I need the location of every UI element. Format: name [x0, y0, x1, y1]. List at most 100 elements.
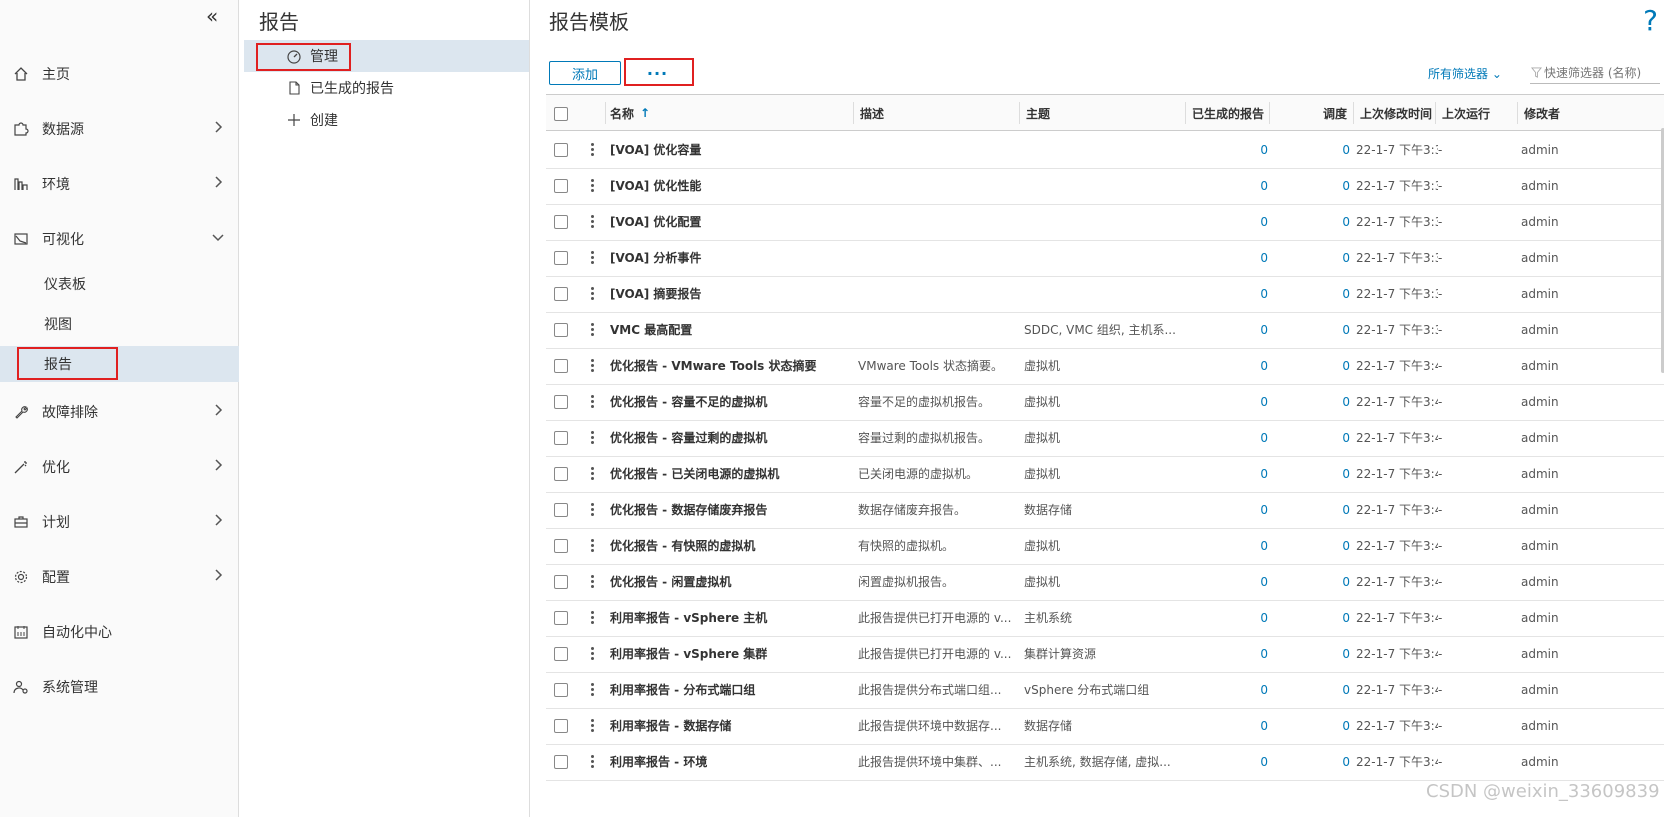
cell-generated-count[interactable]: 0: [1190, 527, 1268, 564]
nav-item-troubleshoot[interactable]: 故障排除: [0, 392, 239, 432]
quick-filter-input[interactable]: [1530, 62, 1660, 84]
cell-schedule-count[interactable]: 0: [1274, 383, 1350, 420]
cell-schedule-count[interactable]: 0: [1274, 419, 1350, 456]
cell-name[interactable]: 优化报告 - 数据存储废弃报告: [610, 491, 860, 528]
row-checkbox[interactable]: [554, 575, 568, 589]
cell-generated-count[interactable]: 0: [1190, 455, 1268, 492]
nav-item-home[interactable]: 主页: [0, 54, 239, 94]
header-last-modified[interactable]: 上次修改时间: [1354, 102, 1436, 124]
row-actions-kebab-icon[interactable]: [588, 681, 596, 699]
row-checkbox[interactable]: [554, 755, 568, 769]
row-checkbox[interactable]: [554, 359, 568, 373]
cell-generated-count[interactable]: 0: [1190, 635, 1268, 672]
cell-schedule-count[interactable]: 0: [1274, 347, 1350, 384]
table-row[interactable]: 优化报告 - 已关闭电源的虚拟机 已关闭电源的虚拟机。 虚拟机 0 0 22-1-7 下午…: [546, 455, 1664, 493]
row-actions-kebab-icon[interactable]: [588, 177, 596, 195]
nav-item-datasources[interactable]: 数据源: [0, 109, 239, 149]
row-checkbox[interactable]: [554, 215, 568, 229]
header-description[interactable]: 描述: [854, 102, 1020, 124]
header-generated-reports[interactable]: 已生成的报告: [1186, 102, 1270, 124]
collapse-nav-icon[interactable]: «: [206, 4, 218, 28]
table-row[interactable]: 优化报告 - VMware Tools 状态摘要 VMware Tools 状态摘…: [546, 347, 1664, 385]
cell-name[interactable]: [VOA] 优化性能: [610, 167, 860, 204]
mid-item-manage[interactable]: 管理: [244, 40, 529, 72]
cell-generated-count[interactable]: 0: [1190, 383, 1268, 420]
row-actions-kebab-icon[interactable]: [588, 573, 596, 591]
row-checkbox[interactable]: [554, 683, 568, 697]
mid-item-create[interactable]: 创建: [244, 104, 529, 136]
row-checkbox[interactable]: [554, 143, 568, 157]
header-schedule[interactable]: 调度: [1270, 102, 1354, 124]
row-actions-kebab-icon[interactable]: [588, 753, 596, 771]
select-all-checkbox[interactable]: [554, 107, 568, 121]
cell-name[interactable]: [VOA] 摘要报告: [610, 275, 860, 312]
row-actions-kebab-icon[interactable]: [588, 645, 596, 663]
table-row[interactable]: 利用率报告 - vSphere 集群 此报告提供已打开电源的 v... 集群计算资源…: [546, 635, 1664, 673]
row-checkbox[interactable]: [554, 251, 568, 265]
nav-sub-dashboards[interactable]: 仪表板: [0, 266, 239, 302]
row-actions-kebab-icon[interactable]: [588, 357, 596, 375]
cell-schedule-count[interactable]: 0: [1274, 239, 1350, 276]
cell-name[interactable]: 利用率报告 - 数据存储: [610, 707, 860, 744]
table-row[interactable]: VMC 最高配置 SDDC, VMC 组织, 主机系... 0 0 22-1-7 下午3…: [546, 311, 1664, 349]
table-row[interactable]: 优化报告 - 有快照的虚拟机 有快照的虚拟机。 虚拟机 0 0 22-1-7 下午3:4-…: [546, 527, 1664, 565]
cell-name[interactable]: 利用率报告 - 环境: [610, 743, 860, 780]
table-row[interactable]: [VOA] 优化容量 0 0 22-1-7 下午3:3- admin: [546, 131, 1664, 169]
row-actions-kebab-icon[interactable]: [588, 285, 596, 303]
cell-schedule-count[interactable]: 0: [1274, 743, 1350, 780]
table-row[interactable]: [VOA] 优化性能 0 0 22-1-7 下午3:3- admin: [546, 167, 1664, 205]
cell-generated-count[interactable]: 0: [1190, 671, 1268, 708]
cell-schedule-count[interactable]: 0: [1274, 599, 1350, 636]
row-actions-kebab-icon[interactable]: [588, 429, 596, 447]
table-row[interactable]: 利用率报告 - 分布式端口组 此报告提供分布式端口组... vSphere 分布式端…: [546, 671, 1664, 709]
row-checkbox[interactable]: [554, 503, 568, 517]
row-checkbox[interactable]: [554, 395, 568, 409]
cell-generated-count[interactable]: 0: [1190, 203, 1268, 240]
cell-schedule-count[interactable]: 0: [1274, 707, 1350, 744]
table-row[interactable]: 优化报告 - 容量过剩的虚拟机 容量过剩的虚拟机报告。 虚拟机 0 0 22-1-7 下午…: [546, 419, 1664, 457]
cell-name[interactable]: VMC 最高配置: [610, 311, 860, 348]
cell-schedule-count[interactable]: 0: [1274, 635, 1350, 672]
header-owner[interactable]: 修改者: [1518, 102, 1608, 124]
cell-generated-count[interactable]: 0: [1190, 275, 1268, 312]
row-actions-kebab-icon[interactable]: [588, 249, 596, 267]
cell-name[interactable]: 优化报告 - VMware Tools 状态摘要: [610, 347, 860, 384]
nav-item-visualize[interactable]: 可视化: [0, 219, 239, 259]
table-row[interactable]: [VOA] 优化配置 0 0 22-1-7 下午3:3- admin: [546, 203, 1664, 241]
cell-generated-count[interactable]: 0: [1190, 599, 1268, 636]
row-checkbox[interactable]: [554, 719, 568, 733]
cell-generated-count[interactable]: 0: [1190, 239, 1268, 276]
cell-name[interactable]: 利用率报告 - vSphere 主机: [610, 599, 860, 636]
cell-schedule-count[interactable]: 0: [1274, 671, 1350, 708]
cell-name[interactable]: 优化报告 - 闲置虚拟机: [610, 563, 860, 600]
cell-generated-count[interactable]: 0: [1190, 743, 1268, 780]
cell-schedule-count[interactable]: 0: [1274, 167, 1350, 204]
row-checkbox[interactable]: [554, 287, 568, 301]
cell-name[interactable]: [VOA] 分析事件: [610, 239, 860, 276]
row-actions-kebab-icon[interactable]: [588, 141, 596, 159]
nav-sub-views[interactable]: 视图: [0, 306, 239, 342]
cell-schedule-count[interactable]: 0: [1274, 527, 1350, 564]
cell-name[interactable]: 优化报告 - 容量过剩的虚拟机: [610, 419, 860, 456]
table-row[interactable]: [VOA] 摘要报告 0 0 22-1-7 下午3:3- admin: [546, 275, 1664, 313]
row-actions-kebab-icon[interactable]: [588, 609, 596, 627]
row-actions-kebab-icon[interactable]: [588, 717, 596, 735]
nav-item-plan[interactable]: 计划: [0, 502, 239, 542]
cell-schedule-count[interactable]: 0: [1274, 275, 1350, 312]
row-checkbox[interactable]: [554, 467, 568, 481]
cell-generated-count[interactable]: 0: [1190, 707, 1268, 744]
table-row[interactable]: 优化报告 - 容量不足的虚拟机 容量不足的虚拟机报告。 虚拟机 0 0 22-1-7 下午…: [546, 383, 1664, 421]
all-filters-dropdown[interactable]: 所有筛选器 ⌄: [1428, 65, 1502, 82]
header-theme[interactable]: 主题: [1020, 102, 1186, 124]
cell-generated-count[interactable]: 0: [1190, 563, 1268, 600]
row-actions-kebab-icon[interactable]: [588, 537, 596, 555]
help-icon[interactable]: ?: [1643, 4, 1658, 37]
table-row[interactable]: 优化报告 - 闲置虚拟机 闲置虚拟机报告。 虚拟机 0 0 22-1-7 下午3:4- ad…: [546, 563, 1664, 601]
cell-name[interactable]: 优化报告 - 已关闭电源的虚拟机: [610, 455, 860, 492]
cell-name[interactable]: [VOA] 优化容量: [610, 131, 860, 168]
table-row[interactable]: 优化报告 - 数据存储废弃报告 数据存储废弃报告。 数据存储 0 0 22-1-7 下午3…: [546, 491, 1664, 529]
cell-schedule-count[interactable]: 0: [1274, 491, 1350, 528]
cell-generated-count[interactable]: 0: [1190, 167, 1268, 204]
nav-item-administration[interactable]: 系统管理: [0, 667, 239, 707]
cell-generated-count[interactable]: 0: [1190, 419, 1268, 456]
